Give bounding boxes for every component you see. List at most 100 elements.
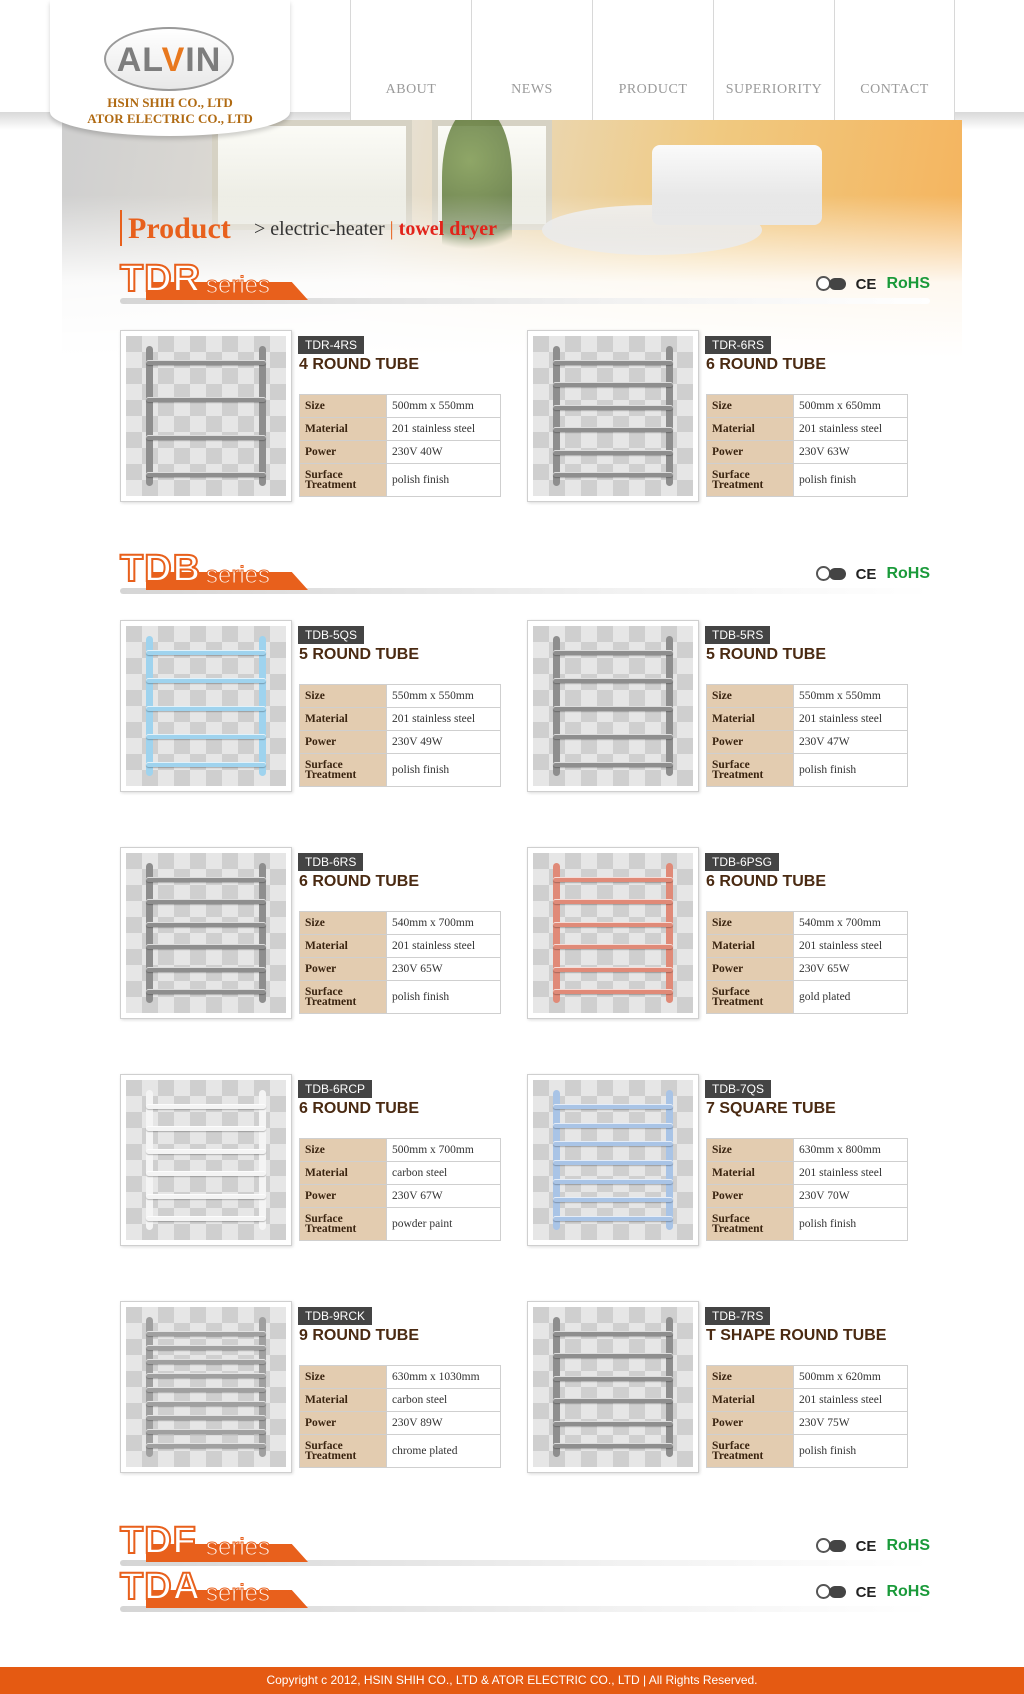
spec-label-size: Size bbox=[299, 394, 387, 418]
spec-row: Material 201 stainless steel bbox=[299, 934, 501, 958]
spec-label-material: Material bbox=[706, 934, 794, 958]
breadcrumb-separator: | bbox=[389, 218, 394, 240]
product-image[interactable] bbox=[527, 620, 699, 792]
spec-value-power: 230V 63W bbox=[793, 440, 908, 464]
spec-value-material: carbon steel bbox=[386, 1161, 501, 1185]
tile-background bbox=[126, 1307, 286, 1467]
nav-contact[interactable]: CONTACT bbox=[834, 0, 955, 120]
product-card[interactable]: TDB-7RS T SHAPE ROUND TUBE Size 500mm x 620… bbox=[527, 1301, 917, 1473]
product-card[interactable]: TDB-9RCK 9 ROUND TUBE Size 630mm x 1030mm Ma… bbox=[120, 1301, 510, 1473]
spec-label-power: Power bbox=[299, 730, 387, 754]
spec-value-material: 201 stainless steel bbox=[793, 417, 908, 441]
product-card[interactable]: TDR-6RS 6 ROUND TUBE Size 500mm x 650mm Mate… bbox=[527, 330, 917, 502]
series-header: TDF series CE RoHS bbox=[119, 1519, 930, 1566]
breadcrumb-prefix: > bbox=[254, 218, 266, 240]
rack-crossbar bbox=[146, 1429, 266, 1434]
product-image[interactable] bbox=[120, 847, 292, 1019]
product-image[interactable] bbox=[527, 847, 699, 1019]
spec-value-material: 201 stainless steel bbox=[386, 417, 501, 441]
rack-crossbar bbox=[553, 472, 673, 477]
spec-row: Material 201 stainless steel bbox=[706, 1161, 908, 1185]
spec-table: Size 630mm x 800mm Material 201 stainless s… bbox=[706, 1138, 908, 1241]
series-header: TDR series CE RoHS bbox=[119, 257, 930, 304]
page-title: Product bbox=[128, 212, 231, 245]
spec-label-surface: Surface Treatment bbox=[706, 1207, 794, 1241]
rack-crossbar bbox=[146, 734, 266, 739]
spec-row: Size 500mm x 550mm bbox=[299, 394, 501, 418]
rohs-badge: RoHS bbox=[886, 1537, 930, 1554]
spec-label-power: Power bbox=[299, 1184, 387, 1208]
plug-mark-icon bbox=[828, 1540, 846, 1552]
rack-crossbar bbox=[553, 360, 673, 365]
rack-crossbar bbox=[146, 1373, 266, 1378]
rohs-badge: RoHS bbox=[886, 1583, 930, 1600]
product-card[interactable]: TDB-6PSG 6 ROUND TUBE Size 540mm x 700mm Mat… bbox=[527, 847, 917, 1019]
product-card[interactable]: TDB-6RCP 6 ROUND TUBE Size 500mm x 700mm Mat… bbox=[120, 1074, 510, 1246]
rack-crossbar bbox=[553, 966, 673, 972]
spec-label-size: Size bbox=[706, 394, 794, 418]
spec-label-material: Material bbox=[299, 707, 387, 731]
rack-crossbar bbox=[553, 762, 673, 767]
series-header: TDA series CE RoHS bbox=[119, 1565, 930, 1612]
nav-about[interactable]: ABOUT bbox=[350, 0, 471, 120]
product-image[interactable] bbox=[527, 1301, 699, 1473]
product-image[interactable] bbox=[120, 1301, 292, 1473]
model-tag: TDR-6RS bbox=[705, 336, 772, 354]
series-header: TDB series CE RoHS bbox=[119, 547, 930, 594]
product-card[interactable]: TDR-4RS 4 ROUND TUBE Size 500mm x 550mm Mate… bbox=[120, 330, 510, 502]
model-tag: TDB-9RCK bbox=[298, 1307, 373, 1325]
product-name[interactable]: 9 ROUND TUBE bbox=[299, 1327, 419, 1345]
rack-crossbar bbox=[553, 1375, 673, 1381]
spec-label-material: Material bbox=[299, 417, 387, 441]
product-image[interactable] bbox=[120, 620, 292, 792]
model-tag: TDB-6PSG bbox=[705, 853, 780, 871]
plug-mark-icon bbox=[828, 278, 846, 290]
rack-crossbar bbox=[146, 1104, 266, 1109]
spec-value-size: 540mm x 700mm bbox=[793, 911, 908, 935]
safety-mark-icon bbox=[815, 1583, 846, 1601]
product-name[interactable]: T SHAPE ROUND TUBE bbox=[706, 1327, 886, 1345]
spec-value-surface: polish finish bbox=[793, 753, 908, 787]
product-image[interactable] bbox=[120, 1074, 292, 1246]
product-name[interactable]: 6 ROUND TUBE bbox=[299, 873, 419, 891]
spec-value-surface: polish finish bbox=[386, 980, 501, 1014]
product-name[interactable]: 6 ROUND TUBE bbox=[299, 1100, 419, 1118]
spec-row: Surface Treatment polish finish bbox=[706, 1434, 908, 1468]
brand-logo[interactable]: ALVIN bbox=[104, 27, 234, 91]
rack-crossbar bbox=[146, 472, 266, 477]
spec-row: Surface Treatment powder paint bbox=[299, 1207, 501, 1241]
rack-crossbar bbox=[146, 877, 266, 882]
product-card[interactable]: TDB-5QS 5 ROUND TUBE Size 550mm x 550mm Mate… bbox=[120, 620, 510, 792]
product-name[interactable]: 5 ROUND TUBE bbox=[706, 646, 826, 664]
plug-mark-icon bbox=[828, 1586, 846, 1598]
rohs-badge: RoHS bbox=[886, 565, 930, 582]
logo-tab[interactable]: ALVIN HSIN SHIH CO., LTD ATOR ELECTRIC C… bbox=[50, 0, 290, 136]
breadcrumb-category[interactable]: electric-heater bbox=[270, 218, 384, 240]
product-card[interactable]: TDB-5RS 5 ROUND TUBE Size 550mm x 550mm Mate… bbox=[527, 620, 917, 792]
product-image[interactable] bbox=[527, 330, 699, 502]
rack-crossbar bbox=[146, 921, 266, 927]
product-image[interactable] bbox=[120, 330, 292, 502]
nav-product[interactable]: PRODUCT bbox=[592, 0, 713, 120]
product-name[interactable]: 6 ROUND TUBE bbox=[706, 873, 826, 891]
spec-row: Size 630mm x 800mm bbox=[706, 1138, 908, 1162]
nav-news[interactable]: NEWS bbox=[471, 0, 592, 120]
rack-crossbar bbox=[553, 989, 673, 994]
spec-value-material: 201 stainless steel bbox=[386, 934, 501, 958]
product-image[interactable] bbox=[527, 1074, 699, 1246]
product-name[interactable]: 6 ROUND TUBE bbox=[706, 356, 826, 374]
spec-value-size: 500mm x 550mm bbox=[386, 394, 501, 418]
product-card[interactable]: TDB-7QS 7 SQUARE TUBE Size 630mm x 800mm Mat… bbox=[527, 1074, 917, 1246]
nav-superiority[interactable]: SUPERIORITY bbox=[713, 0, 834, 120]
product-name[interactable]: 5 ROUND TUBE bbox=[299, 646, 419, 664]
product-card[interactable]: TDB-6RS 6 ROUND TUBE Size 540mm x 700mm Mate… bbox=[120, 847, 510, 1019]
towel-rack bbox=[551, 346, 675, 486]
spec-value-size: 500mm x 620mm bbox=[793, 1365, 908, 1389]
safety-mark-icon bbox=[815, 1537, 846, 1555]
model-tag: TDB-6RS bbox=[298, 853, 364, 871]
product-name[interactable]: 7 SQUARE TUBE bbox=[706, 1100, 836, 1118]
product-name[interactable]: 4 ROUND TUBE bbox=[299, 356, 419, 374]
spec-row: Size 500mm x 650mm bbox=[706, 394, 908, 418]
spec-table: Size 540mm x 700mm Material 201 stainless s… bbox=[299, 911, 501, 1014]
spec-label-size: Size bbox=[706, 1138, 794, 1162]
